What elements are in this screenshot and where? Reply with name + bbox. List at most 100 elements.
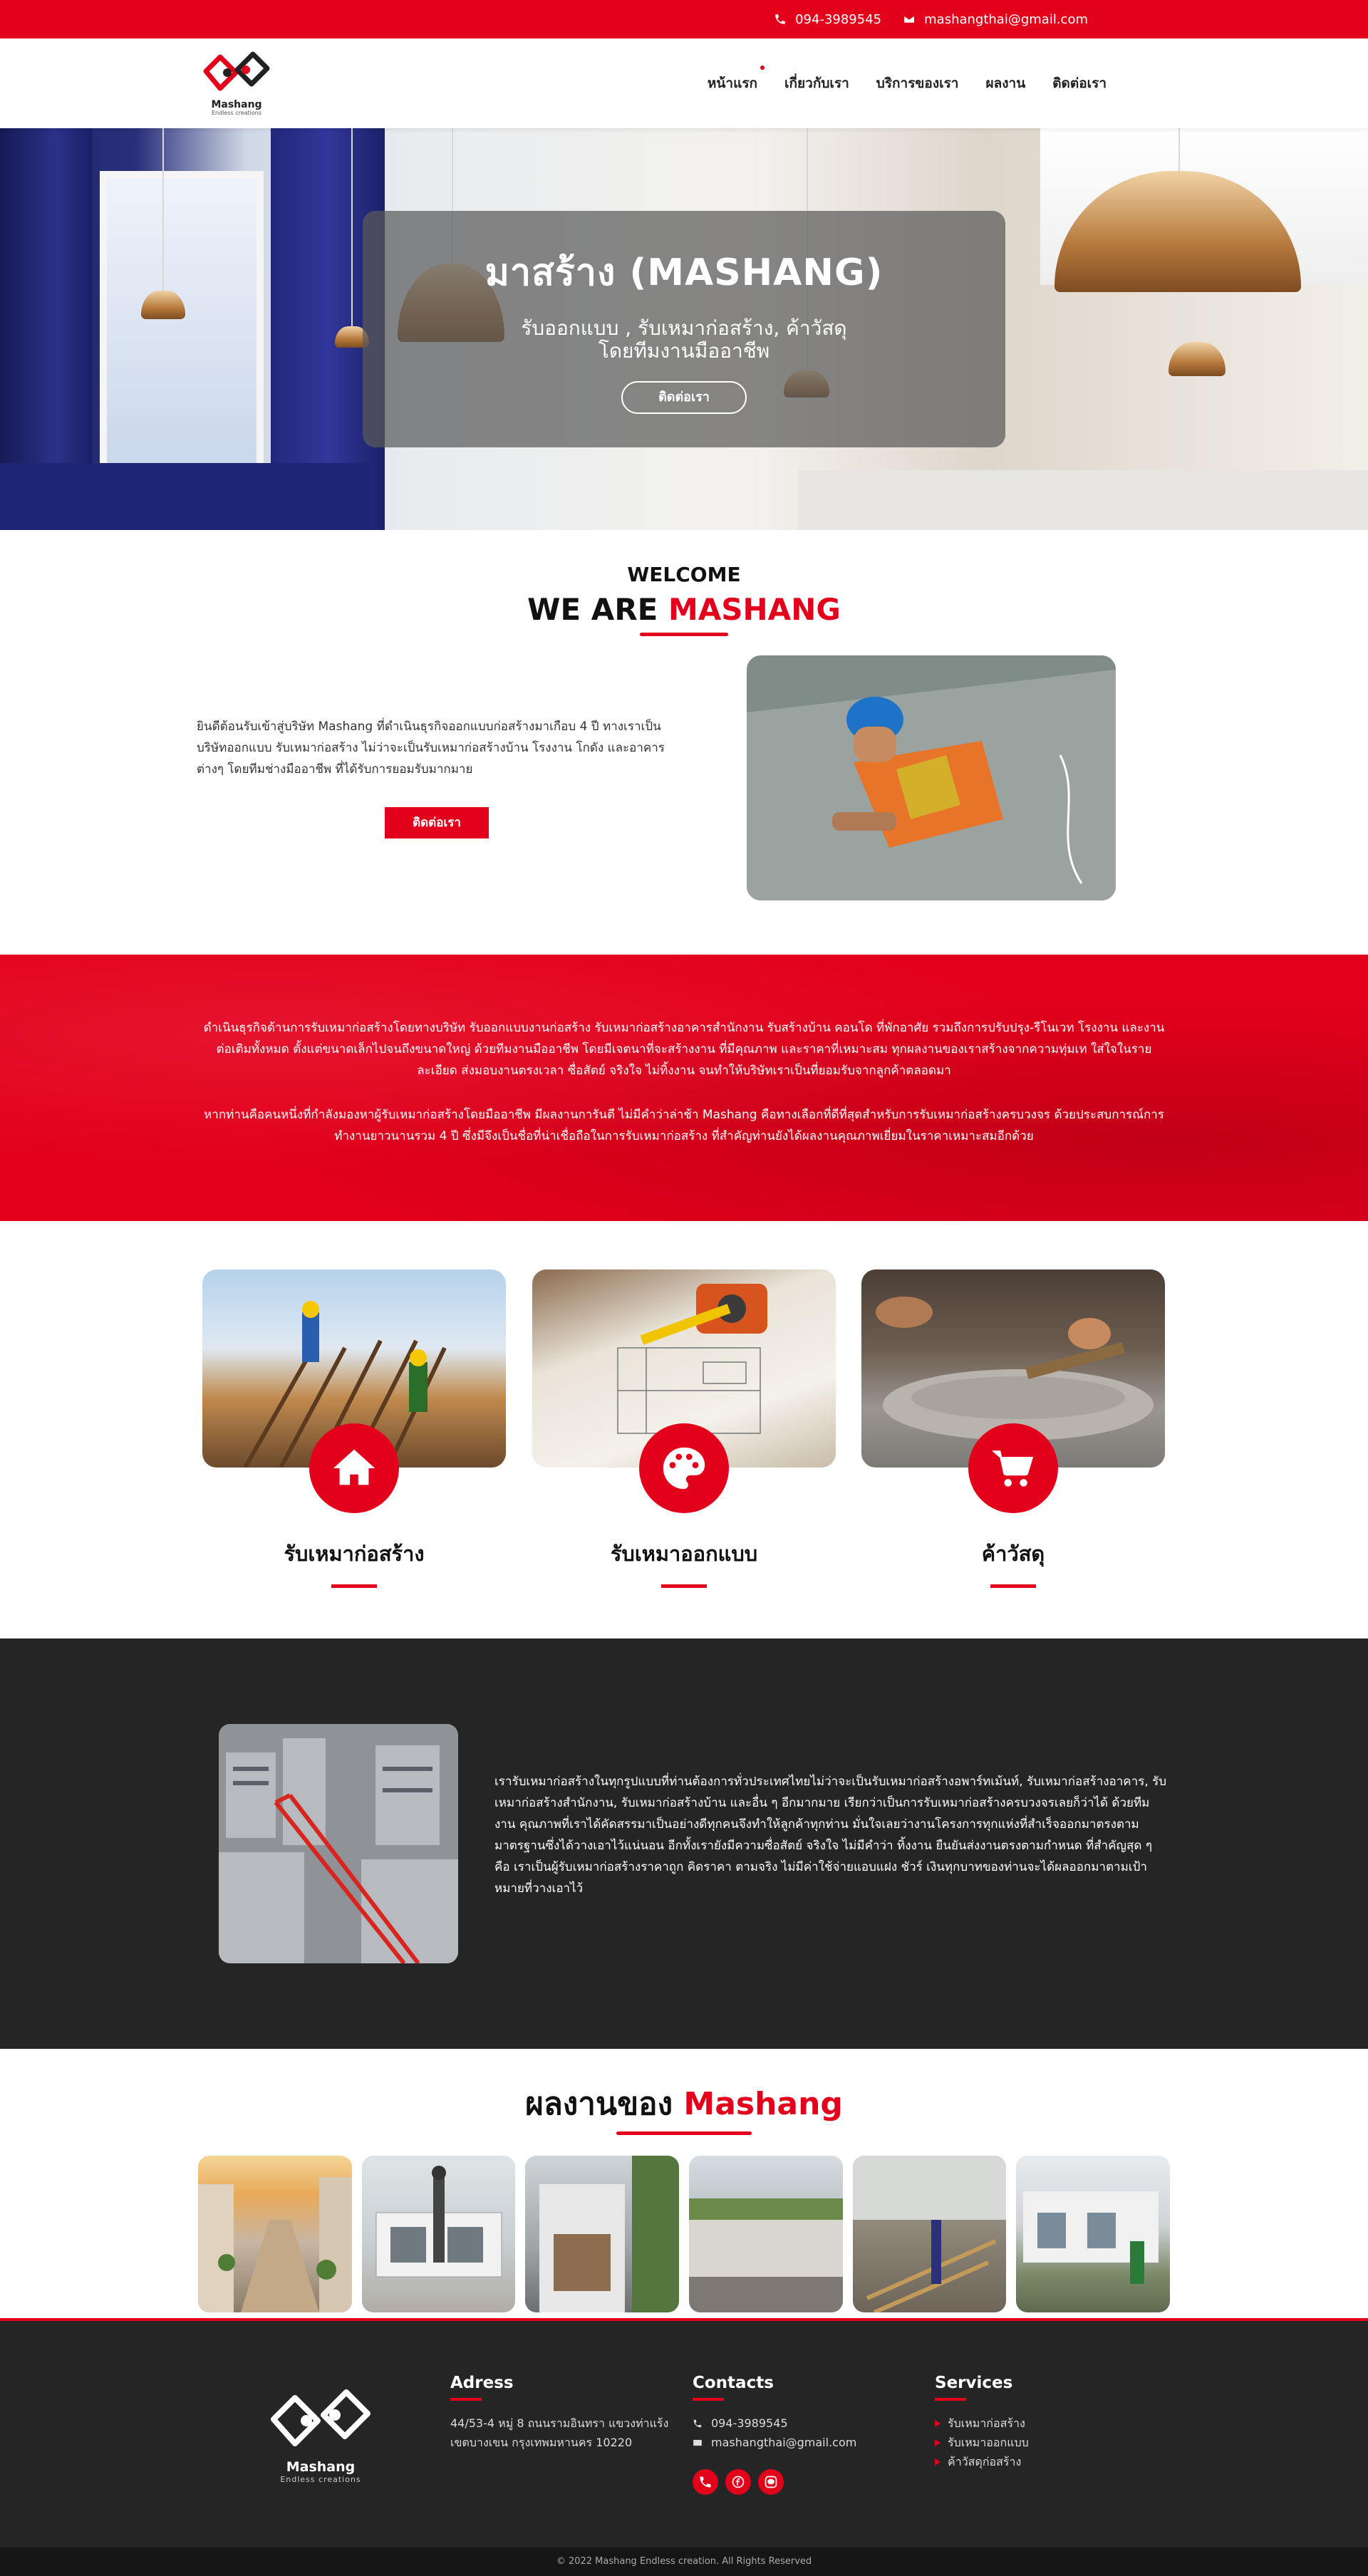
palette-icon — [663, 1447, 705, 1490]
nav-contact[interactable]: ติดต่อเรา — [1052, 73, 1107, 94]
topbar-email-text: mashangthai@gmail.com — [924, 11, 1088, 27]
service-title: รับเหมาก่อสร้าง — [284, 1542, 425, 1566]
welcome-small: WELCOME — [627, 563, 741, 586]
hero-window — [100, 171, 264, 484]
footer-service-link[interactable]: ค้าวัสดุก่อสร้าง — [935, 2452, 1149, 2471]
envelope-icon — [693, 2439, 702, 2446]
welcome-underline — [640, 633, 728, 636]
hero-sofa — [0, 463, 370, 530]
about-text: เรารับเหมาก่อสร้างในทุกรูปแบบที่ท่านต้อง… — [494, 1775, 1167, 1896]
footer-contacts: Contacts 094-3989545 mashangthai@gmail.c… — [693, 2374, 921, 2495]
nav-home[interactable]: หน้าแรก — [708, 66, 765, 94]
lamp-cord — [162, 128, 164, 292]
page: 094-3989545 mashangthai@gmail.com Mashan… — [0, 0, 1368, 2576]
footer-services-title: Services — [935, 2374, 1013, 2392]
hero-title: มาสร้าง (MASHANG) — [484, 251, 884, 294]
service-card-construction[interactable]: รับเหมาก่อสร้าง — [202, 1269, 506, 1588]
footer-email-text: mashangthai@gmail.com — [711, 2436, 857, 2449]
portfolio-thumb[interactable] — [852, 2156, 1007, 2312]
service-title: ค้าวัสดุ — [981, 1542, 1045, 1566]
footer-contacts-title: Contacts — [693, 2374, 774, 2392]
portfolio-underline — [616, 2131, 752, 2135]
footer-address: Adress 44/53-4 หมู่ 8 ถนนรามอินทรา แขวงท… — [450, 2374, 678, 2452]
worker-illustration — [747, 655, 1116, 900]
top-bar: 094-3989545 mashangthai@gmail.com — [0, 0, 1368, 38]
nav-about[interactable]: เกี่ยวกับเรา — [784, 73, 849, 94]
lamp-cord — [1178, 128, 1180, 171]
service-icon-circle — [309, 1423, 399, 1513]
footer-logo[interactable]: Mashang Endless creations — [264, 2379, 378, 2484]
site-footer: Mashang Endless creations Adress 44/53-4… — [0, 2318, 1368, 2548]
welcome-big-highlight: MASHANG — [668, 592, 841, 627]
phone-icon — [700, 2476, 711, 2488]
banner-paragraph-1: ดำเนินธุรกิจด้านการรับเหมาก่อสร้างโดยทาง… — [203, 1021, 1165, 1078]
logo-name: Mashang — [211, 99, 262, 110]
social-phone[interactable] — [693, 2469, 718, 2495]
footer-logo-tagline: Endless creations — [280, 2475, 361, 2484]
hero-subtitle-line2: โดยทีมงานมืออาชีพ — [598, 339, 770, 363]
home-icon — [333, 1449, 375, 1485]
site-header: Mashang Endless creations หน้าแรก เกี่ยว… — [0, 38, 1368, 128]
service-underline — [661, 1584, 707, 1588]
nav-services[interactable]: บริการของเรา — [876, 73, 959, 94]
footer-address-text: 44/53-4 หมู่ 8 ถนนรามอินทรา แขวงท่าแร้ง … — [450, 2416, 669, 2449]
logo-mark-icon — [203, 51, 270, 91]
footer-logo-name: Mashang — [286, 2459, 356, 2475]
service-icon-circle — [639, 1423, 729, 1513]
footer-phone[interactable]: 094-3989545 — [693, 2414, 921, 2433]
topbar-email[interactable]: mashangthai@gmail.com — [903, 12, 1088, 27]
hero-subtitle-line1: รับออกแบบ , รับเหมาก่อสร้าง, ค้าวัสดุ — [521, 316, 847, 340]
footer-service-link[interactable]: รับเหมาก่อสร้าง — [935, 2414, 1149, 2433]
envelope-icon — [903, 15, 916, 24]
service-title: รับเหมาออกแบบ — [610, 1542, 758, 1566]
social-facebook[interactable] — [725, 2469, 751, 2495]
footer-email[interactable]: mashangthai@gmail.com — [693, 2433, 921, 2452]
portfolio-gallery — [198, 2156, 1171, 2312]
line-icon — [765, 2476, 777, 2488]
main-nav: หน้าแรก เกี่ยวกับเรา บริการของเรา ผลงาน … — [708, 38, 1107, 128]
footer-phone-text: 094-3989545 — [711, 2416, 788, 2430]
hero-overlay-box: มาสร้าง (MASHANG) รับออกแบบ , รับเหมาก่อ… — [363, 211, 1005, 447]
hero-section: มาสร้าง (MASHANG) รับออกแบบ , รับเหมาก่อ… — [0, 128, 1368, 530]
topbar-phone[interactable]: 094-3989545 — [774, 12, 881, 27]
facebook-icon — [732, 2476, 745, 2488]
social-line[interactable] — [758, 2469, 784, 2495]
topbar-phone-text: 094-3989545 — [795, 11, 882, 27]
logo-tagline: Endless creations — [211, 110, 262, 116]
portfolio-thumb[interactable] — [1016, 2156, 1171, 2312]
footer-services: Services รับเหมาก่อสร้าง รับเหมาออกแบบ ค… — [935, 2374, 1149, 2471]
service-card-design[interactable]: รับเหมาออกแบบ — [532, 1269, 836, 1588]
portfolio-heading: ผลงานของ Mashang — [0, 2079, 1368, 2135]
hero-counter — [798, 470, 1368, 530]
banner-paragraph-2: หากท่านคือคนหนึ่งที่กำลังมองหาผู้รับเหมา… — [204, 1108, 1164, 1143]
social-links — [693, 2469, 921, 2495]
service-card-materials[interactable]: ค้าวัสดุ — [861, 1269, 1165, 1588]
portfolio-thumb[interactable] — [198, 2156, 352, 2312]
service-icon-circle — [968, 1423, 1058, 1513]
hero-contact-button[interactable]: ติดต่อเรา — [621, 381, 747, 414]
footer-service-link[interactable]: รับเหมาออกแบบ — [935, 2433, 1149, 2452]
portfolio-thumb[interactable] — [361, 2156, 516, 2312]
footer-address-title: Adress — [450, 2374, 514, 2392]
service-underline — [990, 1584, 1036, 1588]
welcome-text: ยินดีต้อนรับเข้าสู่บริษัท Mashang ที่ดำเ… — [197, 720, 665, 777]
nav-portfolio[interactable]: ผลงาน — [985, 73, 1025, 94]
footer-underline — [450, 2398, 482, 2401]
welcome-big: WE ARE MASHANG — [0, 592, 1368, 627]
welcome-heading: WELCOME WE ARE MASHANG — [0, 563, 1368, 636]
phone-icon — [775, 14, 785, 24]
copyright-bar: © 2022 Mashang Endless creation. All Rig… — [0, 2548, 1368, 2576]
worker-photo — [747, 655, 1116, 900]
about-dark-section: เรารับเหมาก่อสร้างในทุกรูปแบบที่ท่านต้อง… — [0, 1638, 1368, 2049]
logo-mark-icon — [271, 2389, 370, 2446]
portfolio-thumb[interactable] — [525, 2156, 680, 2312]
cart-icon — [991, 1450, 1034, 1487]
lamp-cord — [351, 128, 353, 328]
portfolio-thumb[interactable] — [689, 2156, 843, 2312]
portfolio-title-highlight: Mashang — [683, 2086, 843, 2122]
banner-shade — [0, 955, 1368, 1221]
welcome-contact-button[interactable]: ติดต่อเรา — [385, 807, 489, 838]
crane-city-photo — [219, 1724, 458, 1963]
pendant-lamp — [1168, 342, 1226, 376]
site-logo[interactable]: Mashang Endless creations — [197, 46, 276, 120]
